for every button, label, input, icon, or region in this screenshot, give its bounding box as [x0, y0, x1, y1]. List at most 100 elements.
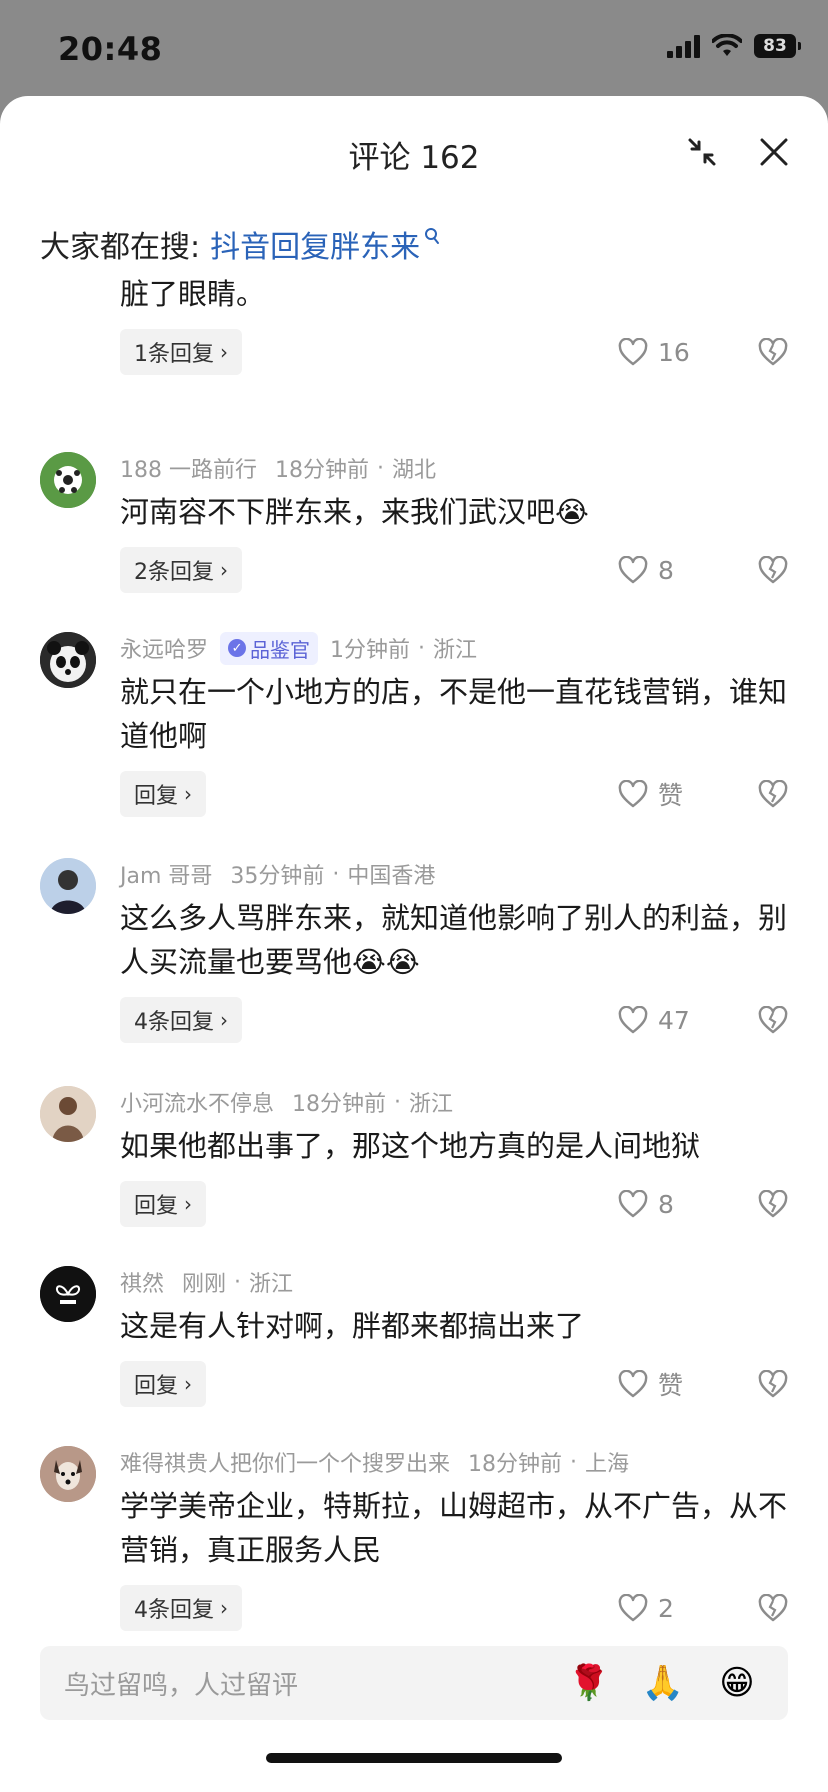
sheet-header: 评论 162 — [0, 96, 828, 206]
hot-search[interactable]: 大家都在搜: 抖音回复胖东来 — [40, 222, 440, 266]
reply-label: 回复 — [134, 1194, 179, 1219]
comment-meta: 小河流水不停息 18分钟前 · 浙江 — [120, 1086, 788, 1118]
avatar[interactable] — [40, 1446, 96, 1502]
check-icon: ✓ — [228, 639, 247, 657]
comment-location: 中国香港 — [347, 864, 436, 889]
soccer-ball-icon — [40, 452, 96, 508]
comment-text: 河南容不下胖东来，来我们武汉吧😭 — [120, 495, 589, 529]
username[interactable]: 永远哈罗 — [120, 632, 208, 664]
avatar[interactable] — [40, 632, 96, 688]
chevron-right-icon: › — [184, 1372, 193, 1396]
avatar[interactable] — [40, 1266, 96, 1322]
like-count: 赞 — [658, 1371, 684, 1400]
like-button[interactable]: 8 — [618, 556, 738, 585]
person-avatar-icon — [40, 1086, 96, 1142]
comment-time: 刚刚 — [182, 1272, 227, 1297]
dislike-button[interactable] — [758, 1594, 788, 1622]
battery-icon: 83 — [754, 34, 801, 58]
rose-emoji-button[interactable]: 🌹 — [566, 1660, 612, 1706]
pray-emoji-button[interactable]: 🙏 — [640, 1660, 686, 1706]
heart-icon — [618, 1370, 648, 1398]
view-replies-button[interactable]: 4条回复 › — [120, 997, 242, 1043]
dislike-button[interactable] — [758, 780, 788, 808]
username[interactable]: 188 一路前行 — [120, 452, 257, 484]
dislike-button[interactable] — [758, 556, 788, 584]
logo-avatar-icon — [40, 1266, 96, 1322]
comment-input-bar[interactable]: 鸟过留鸣，人过留评 🌹 🙏 😁 — [40, 1646, 788, 1720]
comment-text: 如果他都出事了，那这个地方真的是人间地狱 — [120, 1129, 701, 1163]
person-avatar-icon — [40, 858, 96, 914]
like-count: 2 — [658, 1593, 674, 1623]
chevron-right-icon: › — [184, 1192, 193, 1216]
hot-search-label: 大家都在搜: — [40, 230, 201, 265]
username[interactable]: 难得祺贵人把你们一个个搜罗出来 — [120, 1446, 450, 1478]
home-indicator — [266, 1753, 562, 1763]
like-button[interactable]: 47 — [618, 1006, 738, 1035]
heart-icon — [618, 1190, 648, 1218]
reply-button[interactable]: 回复 › — [120, 771, 207, 817]
heart-icon — [618, 1006, 648, 1034]
comment-meta: Jam 哥哥 35分钟前 · 中国香港 — [120, 858, 788, 890]
comment-item: 永远哈罗 ✓ 品鉴官 1分钟前 · 浙江 就只在一个小地方的店，不是他一直花钱营销… — [0, 631, 828, 858]
dislike-button[interactable] — [758, 1006, 788, 1034]
taster-badge: ✓ 品鉴官 — [220, 631, 319, 665]
view-replies-button[interactable]: 1条回复 › — [120, 329, 242, 375]
dislike-button[interactable] — [758, 1190, 788, 1218]
hot-search-link[interactable]: 抖音回复胖东来 — [210, 222, 420, 266]
dislike-button[interactable] — [758, 1370, 788, 1398]
view-replies-button[interactable]: 2条回复 › — [120, 547, 242, 593]
comment-location: 上海 — [585, 1452, 630, 1477]
comment-meta: 难得祺贵人把你们一个个搜罗出来 18分钟前 · 上海 — [120, 1446, 788, 1478]
heart-icon — [618, 556, 648, 584]
comment-text: 这么多人骂胖东来，就知道他影响了别人的利益，别人买流量也要骂他😭😭 — [120, 901, 788, 979]
reply-count: 4条回复 — [134, 1598, 214, 1623]
like-count: 8 — [658, 1189, 674, 1219]
username[interactable]: Jam 哥哥 — [120, 858, 212, 890]
collapse-icon — [688, 138, 716, 166]
collapse-button[interactable] — [684, 134, 720, 170]
heart-icon — [618, 338, 648, 366]
search-icon — [425, 228, 440, 244]
comment-meta: 祺然 刚刚 · 浙江 — [120, 1266, 788, 1298]
comment-item: 小河流水不停息 18分钟前 · 浙江 如果他都出事了，那这个地方真的是人间地狱 … — [0, 1086, 828, 1266]
comment-time: 18分钟前 — [275, 458, 369, 483]
grin-emoji-button[interactable]: 😁 — [714, 1660, 760, 1706]
status-time: 20:48 — [58, 30, 163, 68]
like-button[interactable]: 赞 — [618, 776, 738, 812]
panda-icon — [40, 632, 96, 688]
like-count: 47 — [658, 1005, 690, 1035]
comment-text: 这是有人针对啊，胖都来都搞出来了 — [120, 1309, 585, 1343]
reply-button[interactable]: 回复 › — [120, 1181, 207, 1227]
comment-time: 18分钟前 — [292, 1092, 387, 1117]
comment-text: 就只在一个小地方的店，不是他一直花钱营销，谁知道他啊 — [120, 675, 788, 753]
comment-time: 1分钟前 — [330, 638, 411, 663]
reply-button[interactable]: 回复 › — [120, 1361, 207, 1407]
status-bar: 20:48 83 — [0, 0, 828, 96]
username[interactable]: 小河流水不停息 — [120, 1086, 274, 1118]
like-button[interactable]: 赞 — [618, 1366, 738, 1402]
comment-location: 浙江 — [433, 638, 478, 663]
comment-location: 浙江 — [409, 1092, 454, 1117]
view-replies-button[interactable]: 4条回复 › — [120, 1585, 242, 1631]
username[interactable]: 祺然 — [120, 1266, 164, 1298]
comment-item: 难得祺贵人把你们一个个搜罗出来 18分钟前 · 上海 学学美帝企业，特斯拉，山姆… — [0, 1446, 828, 1672]
comment-item: 祺然 刚刚 · 浙江 这是有人针对啊，胖都来都搞出来了 回复 › 赞 — [0, 1266, 828, 1446]
like-button[interactable]: 2 — [618, 1594, 738, 1623]
like-count: 16 — [658, 337, 690, 367]
dog-avatar-icon — [40, 1446, 96, 1502]
heart-icon — [618, 1594, 648, 1622]
comment-item: Jam 哥哥 35分钟前 · 中国香港 这么多人骂胖东来，就知道他影响了别人的利… — [0, 858, 828, 1086]
like-button[interactable]: 16 — [618, 338, 738, 367]
avatar[interactable] — [40, 452, 96, 508]
like-button[interactable]: 8 — [618, 1190, 738, 1219]
comment-location: 湖北 — [392, 458, 437, 483]
like-count: 8 — [658, 555, 674, 585]
avatar[interactable] — [40, 858, 96, 914]
close-icon — [760, 138, 788, 166]
like-count: 赞 — [658, 781, 684, 810]
comment-input[interactable]: 鸟过留鸣，人过留评 — [64, 1665, 566, 1702]
avatar[interactable] — [40, 1086, 96, 1142]
comment-sheet: 评论 162 大家都在搜: 抖音回复胖东来 脏了眼睛。 1条回复 › 16 18… — [0, 96, 828, 1792]
dislike-button[interactable] — [758, 338, 788, 366]
close-button[interactable] — [756, 134, 792, 170]
